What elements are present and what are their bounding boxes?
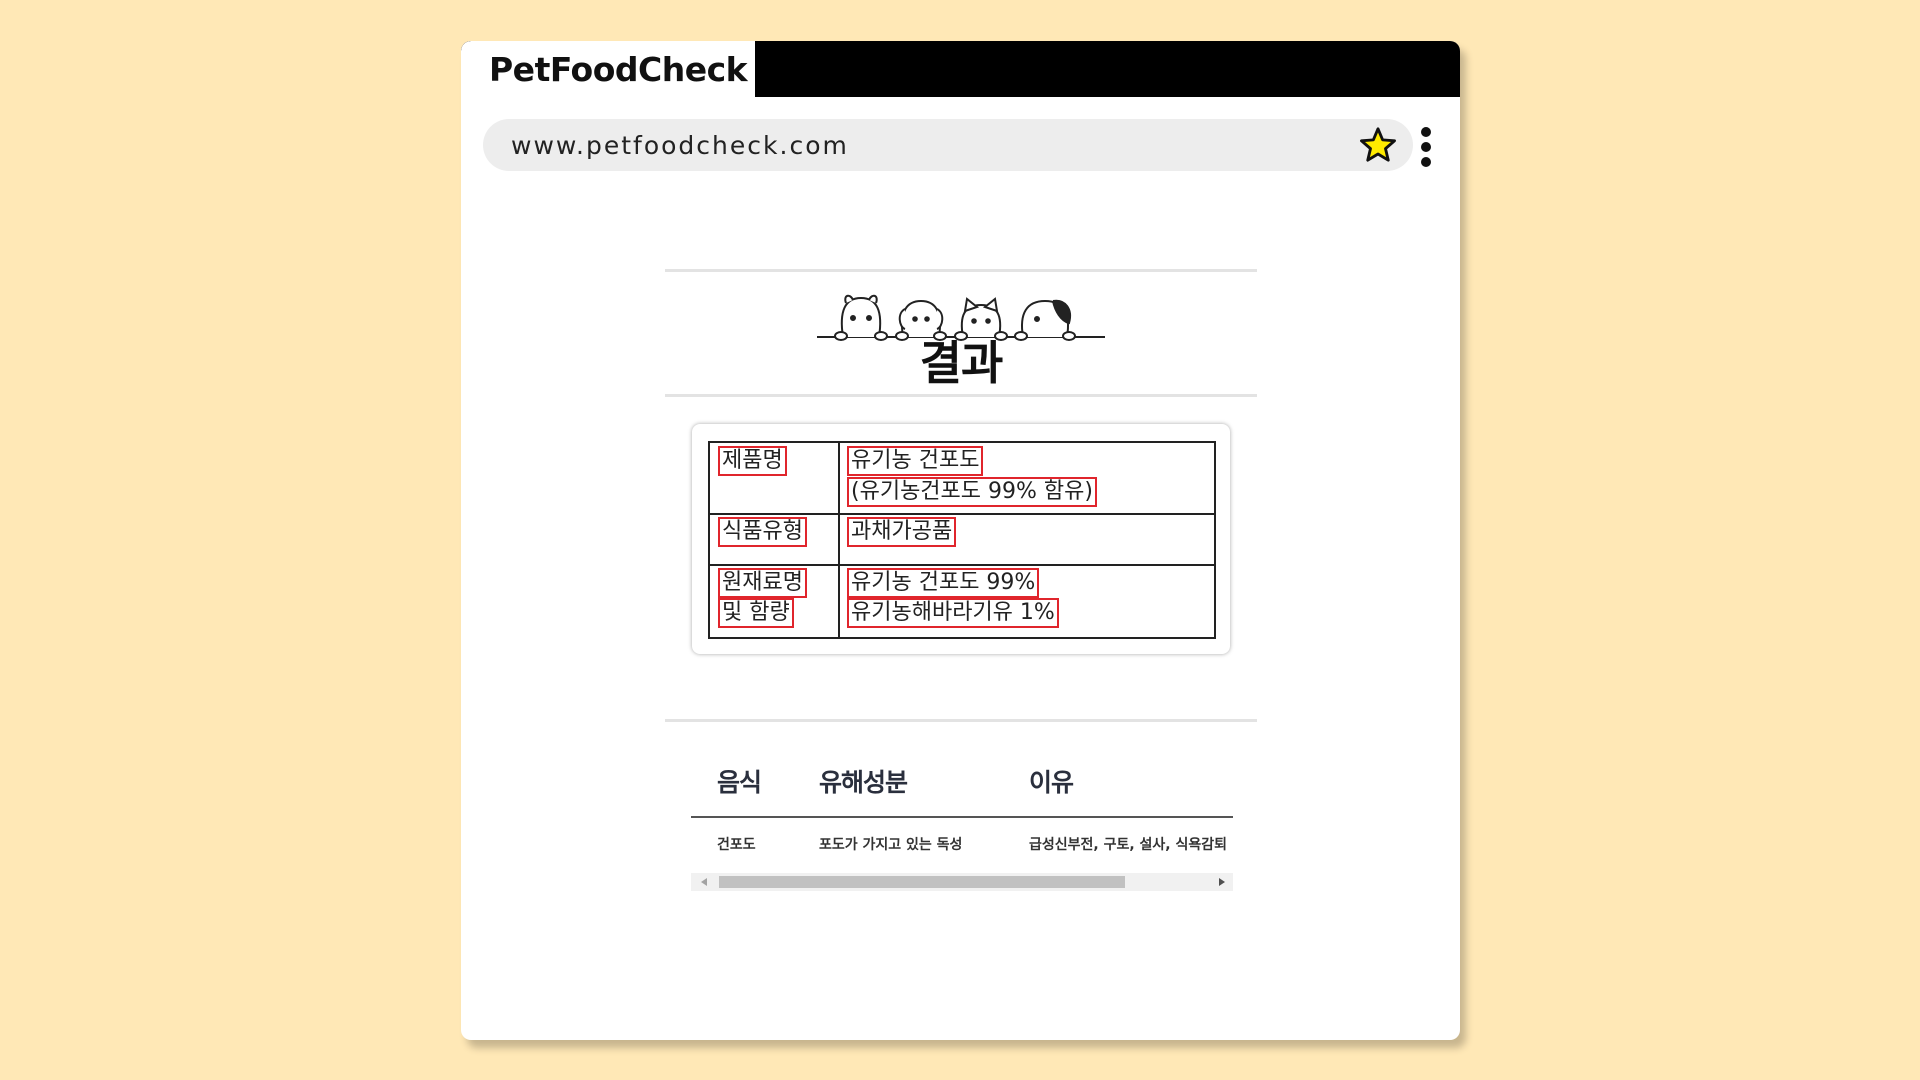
divider xyxy=(665,394,1257,397)
more-options-icon[interactable] xyxy=(1418,127,1434,167)
value-ingredient-1: 유기농 건포도 99% xyxy=(847,568,1040,598)
food-label-table: 제품명 유기농 건포도 (유기농건포도 99% 함유) 식품유형 과채가공품 원… xyxy=(708,441,1216,639)
table-divider xyxy=(838,443,840,637)
value-product-content: (유기농건포도 99% 함유) xyxy=(847,477,1097,507)
browser-tab[interactable]: PetFoodCheck xyxy=(461,41,755,97)
url-text: www.petfoodcheck.com xyxy=(511,130,849,160)
browser-window: PetFoodCheck www.petfoodcheck.com 결과 제품명… xyxy=(461,41,1460,1040)
food-label-image: 제품명 유기농 건포도 (유기농건포도 99% 함유) 식품유형 과채가공품 원… xyxy=(692,424,1230,654)
value-food-type: 과채가공품 xyxy=(847,517,957,547)
value-ingredient-2: 유기농해바라기유 1% xyxy=(847,598,1059,628)
label-food-type: 식품유형 xyxy=(718,517,807,547)
scroll-left-arrow-icon[interactable] xyxy=(701,878,707,886)
scrollbar-thumb[interactable] xyxy=(719,876,1125,888)
scroll-right-arrow-icon[interactable] xyxy=(1219,878,1225,886)
header-reason: 이유 xyxy=(1029,768,1074,797)
cell-food: 건포도 xyxy=(717,837,756,853)
table-rule xyxy=(691,816,1233,818)
cell-harmful-ingredient: 포도가 가지고 있는 독성 xyxy=(819,837,963,853)
divider xyxy=(665,719,1257,722)
cell-reason: 급성신부전, 구토, 설사, 식욕감퇴 xyxy=(1029,837,1228,853)
tab-title: PetFoodCheck xyxy=(489,49,748,89)
value-product-name: 유기농 건포도 xyxy=(847,446,984,476)
table-divider xyxy=(710,513,1214,515)
header-harmful-ingredient: 유해성분 xyxy=(819,768,908,797)
table-divider xyxy=(710,564,1214,566)
page-content: 결과 제품명 유기농 건포도 (유기농건포도 99% 함유) 식품유형 과채가공… xyxy=(665,269,1257,909)
label-product-name: 제품명 xyxy=(718,446,787,476)
address-bar[interactable]: www.petfoodcheck.com xyxy=(483,119,1413,171)
header-food: 음식 xyxy=(717,768,762,797)
label-ingredients: 원재료명 xyxy=(718,568,807,598)
result-title: 결과 xyxy=(919,336,1004,390)
divider xyxy=(665,269,1257,272)
label-ingredients-amount: 및 함량 xyxy=(718,598,794,628)
bookmark-star-icon[interactable] xyxy=(1359,126,1397,164)
horizontal-scrollbar[interactable] xyxy=(691,873,1233,891)
